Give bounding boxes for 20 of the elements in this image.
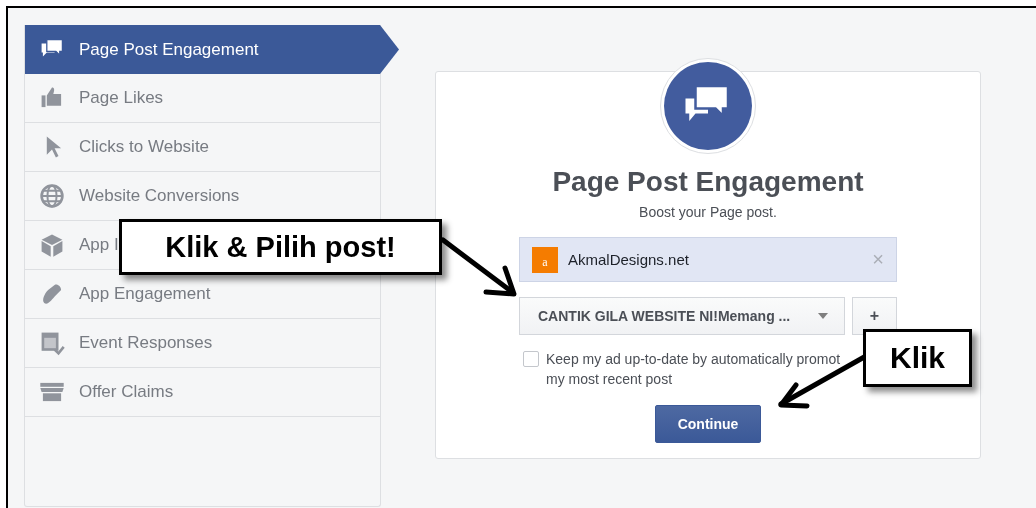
card-title: Page Post Engagement: [552, 166, 864, 198]
sidebar-item[interactable]: Page Post Engagement: [25, 25, 399, 74]
globe-icon: [39, 183, 65, 209]
sidebar-item[interactable]: Clicks to Website: [25, 123, 380, 172]
checkbox-label: Keep my ad up-to-date by automatically promot: [546, 350, 841, 369]
page-name: AkmalDesigns.net: [568, 251, 690, 268]
checkbox-label: my most recent post: [546, 370, 674, 389]
callout-tooltip: Klik: [863, 329, 972, 387]
continue-button[interactable]: Continue: [655, 405, 761, 443]
sidebar-item[interactable]: Event Responses: [25, 319, 380, 368]
card-subtitle: Boost your Page post.: [639, 204, 777, 220]
caret-icon: [818, 313, 828, 319]
sidebar-item[interactable]: Offer Claims: [25, 368, 380, 417]
cube-icon: [39, 232, 65, 258]
calendar-icon: [39, 330, 65, 356]
sidebar-item[interactable]: Page Likes: [25, 74, 380, 123]
callout-tooltip: Klik & Pilih post!: [119, 219, 442, 275]
post-dropdown[interactable]: CANTIK GILA WEBSITE NI!Memang ...: [519, 297, 845, 335]
checkbox[interactable]: [523, 351, 539, 367]
page-avatar: a: [532, 246, 558, 273]
